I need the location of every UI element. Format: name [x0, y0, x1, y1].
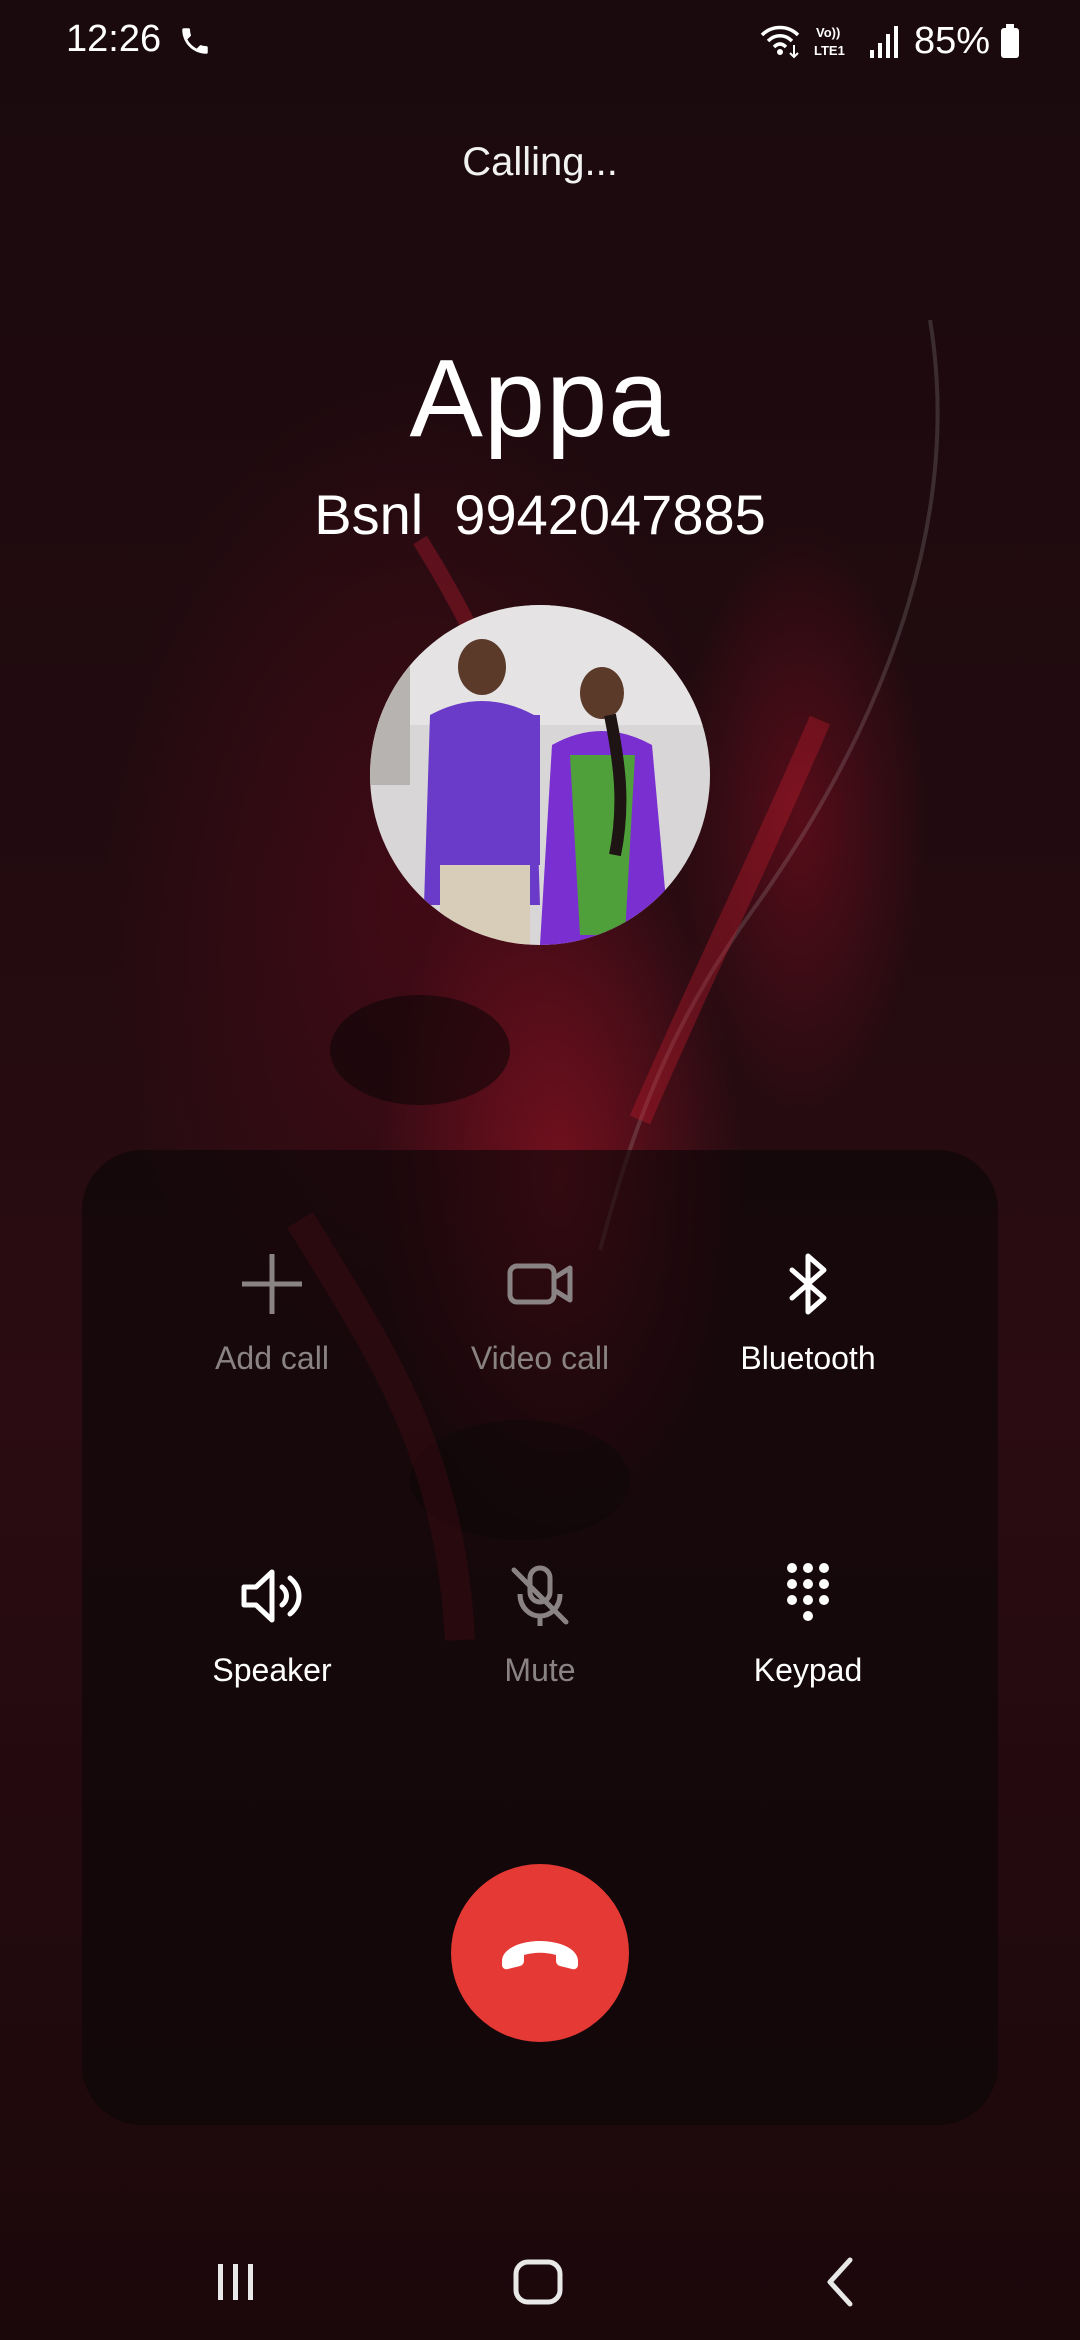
volte-lte1-icon: Vo)) LTE1 — [814, 25, 845, 58]
speaker-label: Speaker — [212, 1652, 332, 1688]
contact-name: Appa — [409, 337, 671, 460]
speaker-icon — [241, 1569, 302, 1623]
svg-text:Vo)): Vo)) — [816, 25, 840, 40]
contact-avatar — [370, 605, 710, 945]
call-screen: 12:26 Vo)) LTE1 85% Calling... Appa Bsnl… — [0, 0, 1080, 2340]
bluetooth-icon — [789, 1253, 827, 1315]
video-camera-icon — [507, 1263, 573, 1305]
add-call-button[interactable]: Add call — [142, 1248, 402, 1377]
battery-icon — [1001, 24, 1019, 58]
recent-apps-icon[interactable] — [206, 2252, 266, 2312]
bluetooth-button[interactable]: Bluetooth — [678, 1248, 938, 1377]
plus-icon — [242, 1254, 302, 1314]
battery-percent: 85% — [913, 19, 990, 62]
bluetooth-label: Bluetooth — [740, 1340, 876, 1376]
mute-label: Mute — [504, 1652, 576, 1688]
signal-icon — [869, 26, 898, 58]
mic-off-icon — [511, 1565, 569, 1626]
home-icon[interactable] — [508, 2252, 568, 2312]
video-call-label: Video call — [470, 1340, 610, 1376]
status-bar: 12:26 Vo)) LTE1 85% — [0, 0, 1080, 80]
add-call-label: Add call — [215, 1340, 329, 1376]
contact-number: Bsnl 9942047885 — [314, 483, 766, 546]
speaker-button[interactable]: Speaker — [142, 1560, 402, 1689]
video-call-button[interactable]: Video call — [410, 1248, 670, 1377]
svg-text:LTE1: LTE1 — [814, 43, 845, 58]
mute-button[interactable]: Mute — [410, 1560, 670, 1689]
keypad-label: Keypad — [753, 1652, 863, 1688]
end-call-button[interactable] — [451, 1864, 629, 2042]
phone-call-icon — [182, 28, 208, 54]
call-status-text: Calling... — [462, 140, 618, 184]
navigation-bar — [0, 2220, 1080, 2340]
status-right-group: Vo)) LTE1 85% — [758, 16, 1020, 66]
end-call-icon — [502, 1941, 578, 1970]
keypad-icon — [787, 1563, 829, 1621]
back-icon[interactable] — [812, 2252, 872, 2312]
contact-photo — [370, 605, 710, 945]
status-time: 12:26 — [66, 18, 162, 60]
wifi-icon — [760, 25, 800, 59]
keypad-button[interactable]: Keypad — [678, 1560, 938, 1689]
